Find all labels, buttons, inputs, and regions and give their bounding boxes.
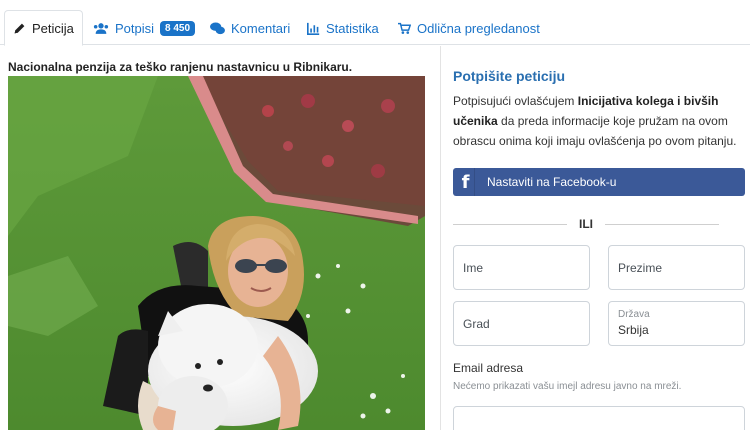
comments-icon	[210, 22, 225, 35]
tab-label: Komentari	[231, 21, 291, 36]
separator-line	[605, 223, 719, 225]
facebook-icon: f	[453, 168, 475, 196]
petition-title: Nacionalna penzija za teško ranjenu nast…	[8, 60, 353, 74]
or-separator: ILI	[453, 215, 719, 233]
last-name-field[interactable]: Prezime	[608, 245, 745, 290]
consent-text: Potpisujući ovlašćujem Inicijativa koleg…	[453, 91, 745, 151]
tab-label: Odlična pregledanost	[417, 21, 540, 36]
tab-potpisi[interactable]: Potpisi 8 450	[85, 12, 203, 45]
last-name-placeholder: Prezime	[618, 261, 663, 275]
tab-peticija[interactable]: Peticija	[4, 10, 83, 46]
country-select[interactable]: Država Srbija	[608, 301, 745, 346]
pencil-icon	[13, 22, 26, 35]
sign-petition-heading: Potpišite peticiju	[453, 68, 566, 84]
users-icon	[93, 22, 109, 35]
first-name-placeholder: Ime	[463, 261, 484, 275]
separator-line	[453, 223, 567, 225]
city-field[interactable]: Grad	[453, 301, 590, 346]
facebook-button-label: Nastaviti na Facebook-u	[487, 175, 617, 189]
country-value: Srbija	[618, 323, 649, 337]
signature-count-badge: 8 450	[160, 21, 196, 36]
petition-photo	[8, 76, 425, 430]
or-label: ILI	[579, 217, 593, 231]
email-field[interactable]	[453, 406, 745, 430]
tab-statistika[interactable]: Statistika	[299, 12, 387, 45]
city-placeholder: Grad	[463, 317, 490, 331]
column-divider	[440, 46, 441, 430]
petition-tabs: Peticija Potpisi 8 450 Komentari Statist…	[0, 0, 750, 46]
tab-komentari[interactable]: Komentari	[202, 12, 298, 45]
tab-label: Potpisi	[115, 21, 155, 36]
email-help-text: Nećemo prikazati vašu imejl adresu javno…	[453, 381, 682, 392]
tab-odlicna-pregledanost[interactable]: Odlična pregledanost	[390, 12, 548, 45]
consent-text-pre: Potpisujući ovlašćujem	[453, 94, 578, 108]
tab-label: Statistika	[326, 21, 379, 36]
chart-icon	[307, 22, 320, 35]
email-label: Email adresa	[453, 361, 524, 375]
facebook-continue-button[interactable]: f Nastaviti na Facebook-u	[453, 168, 745, 196]
country-label: Država	[618, 309, 650, 320]
first-name-field[interactable]: Ime	[453, 245, 590, 290]
tab-label: Peticija	[32, 20, 74, 36]
cart-icon	[398, 22, 411, 35]
